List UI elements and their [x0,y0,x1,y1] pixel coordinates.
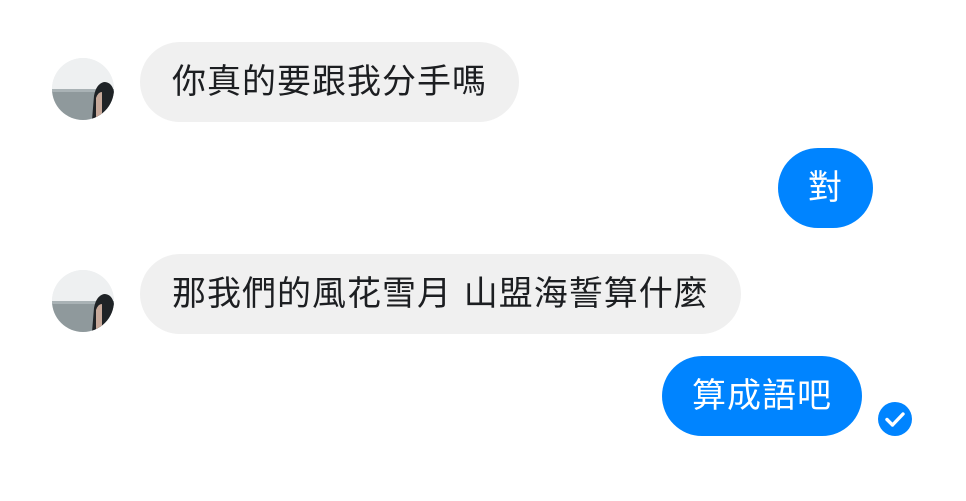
contact-avatar[interactable] [52,58,114,120]
message-bubble-outgoing[interactable]: 對 [778,148,873,228]
message-bubble-incoming[interactable]: 那我們的風花雪月 山盟海誓算什麼 [140,254,741,334]
checkmark-circle-icon [878,402,912,436]
avatar-photo [52,270,114,332]
message-bubble-incoming[interactable]: 你真的要跟我分手嗎 [140,42,519,122]
message-bubble-outgoing[interactable]: 算成語吧 [662,356,862,436]
contact-avatar[interactable] [52,270,114,332]
avatar-photo [52,58,114,120]
chat-thread: 你真的要跟我分手嗎 對 那我們的風花雪月 山盟海誓算什麼 算成語吧 [0,0,966,501]
